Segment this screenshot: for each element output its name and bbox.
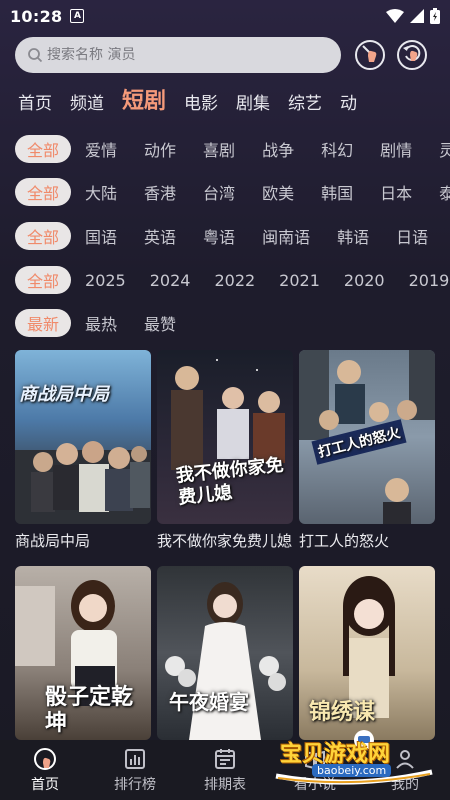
- status-bar: 10:28 A: [0, 0, 450, 32]
- battery-icon: [430, 8, 440, 24]
- tab-anime[interactable]: 动: [340, 92, 357, 116]
- history-button[interactable]: [397, 40, 427, 70]
- year-item[interactable]: 2021: [279, 271, 320, 290]
- search-icon: [27, 47, 43, 63]
- wifi-icon: [386, 9, 404, 23]
- year-item[interactable]: 2020: [344, 271, 385, 290]
- tab-variety[interactable]: 综艺: [288, 92, 322, 116]
- tab-home[interactable]: 首页: [18, 92, 52, 116]
- genre-item[interactable]: 战争: [262, 137, 294, 161]
- language-all-chip[interactable]: 全部: [15, 222, 72, 250]
- genre-item[interactable]: 爱情: [85, 137, 117, 161]
- region-filter-row: 全部 大陆 香港 台湾 欧美 韩国 日本 泰: [0, 177, 450, 207]
- drama-title: 我不做你家免费儿媳: [157, 532, 293, 550]
- drama-poster[interactable]: 我不做你家免费儿媳: [157, 350, 293, 524]
- history-icon: [401, 42, 423, 68]
- language-item[interactable]: 日语: [396, 224, 428, 248]
- nav-schedule[interactable]: 排期表: [185, 747, 265, 794]
- sort-item-most-liked[interactable]: 最赞: [144, 311, 176, 335]
- drama-title: 商战局中局: [15, 532, 91, 550]
- drama-poster[interactable]: 午夜婚宴: [157, 566, 293, 740]
- region-item[interactable]: 泰: [439, 180, 450, 204]
- region-item[interactable]: 香港: [144, 180, 176, 204]
- drama-card[interactable]: 打工人的怒火 打工人的怒火: [299, 350, 435, 551]
- region-all-chip[interactable]: 全部: [15, 178, 72, 206]
- genre-all-chip[interactable]: 全部: [15, 135, 72, 163]
- year-all-chip[interactable]: 全部: [15, 266, 72, 294]
- drama-card[interactable]: 锦绣谋: [299, 566, 435, 740]
- search-input[interactable]: [47, 47, 307, 63]
- cast-icon: [359, 42, 381, 68]
- tab-channel[interactable]: 频道: [70, 92, 104, 116]
- language-item[interactable]: 英语: [144, 224, 176, 248]
- drama-poster[interactable]: 骰子定乾坤: [15, 566, 151, 740]
- region-item[interactable]: 韩国: [321, 180, 353, 204]
- genre-filter-row: 全部 爱情 动作 喜剧 战争 科幻 剧情 灵: [0, 134, 450, 164]
- year-item[interactable]: 2019: [409, 271, 450, 290]
- drama-title: 打工人的怒火: [299, 532, 390, 550]
- drama-poster[interactable]: 锦绣谋: [299, 566, 435, 740]
- drama-card[interactable]: 骰子定乾坤: [15, 566, 151, 740]
- sim-icon: A: [70, 9, 85, 23]
- search-bar[interactable]: [15, 37, 341, 73]
- genre-item[interactable]: 喜剧: [203, 137, 235, 161]
- year-filter-row: 全部 2025 2024 2022 2021 2020 2019: [0, 265, 449, 295]
- search-row: [15, 37, 440, 73]
- nav-schedule-label: 排期表: [204, 776, 246, 793]
- home-icon: [33, 747, 57, 771]
- language-item[interactable]: 粤语: [203, 224, 235, 248]
- drama-card[interactable]: 午夜婚宴: [157, 566, 293, 740]
- drama-poster[interactable]: 商战局中局: [15, 350, 151, 524]
- poster-title: 锦绣谋: [309, 699, 376, 725]
- sort-latest-chip[interactable]: 最新: [15, 309, 72, 337]
- genre-item[interactable]: 剧情: [380, 137, 412, 161]
- drama-poster[interactable]: 打工人的怒火: [299, 350, 435, 524]
- nav-home-label: 首页: [31, 776, 59, 793]
- genre-item[interactable]: 动作: [144, 137, 176, 161]
- status-time: 10:28: [10, 6, 63, 26]
- category-tabs: 首页 频道 短剧 电影 剧集 综艺 动: [0, 86, 357, 116]
- poster-title: 骰子定乾坤: [45, 684, 134, 736]
- language-item[interactable]: 国语: [85, 224, 117, 248]
- tab-movie[interactable]: 电影: [184, 92, 218, 116]
- signal-icon: [410, 9, 424, 23]
- genre-item[interactable]: 灵: [439, 137, 450, 161]
- year-item[interactable]: 2022: [214, 271, 255, 290]
- drama-card[interactable]: 商战局中局 商战局中局: [15, 350, 151, 551]
- ranking-icon: [123, 747, 147, 771]
- language-item[interactable]: 韩语: [337, 224, 369, 248]
- nav-ranking[interactable]: 排行榜: [95, 747, 175, 794]
- sort-filter-row: 最新 最热 最赞: [0, 308, 176, 338]
- year-item[interactable]: 2025: [85, 271, 126, 290]
- genre-item[interactable]: 科幻: [321, 137, 353, 161]
- tab-short-drama[interactable]: 短剧: [122, 88, 166, 116]
- watermark-url: baobeiy.com: [312, 764, 392, 777]
- drama-card[interactable]: 我不做你家免费儿媳 我不做你家免费儿媳: [157, 350, 293, 551]
- region-item[interactable]: 欧美: [262, 180, 294, 204]
- nav-home[interactable]: 首页: [5, 747, 85, 794]
- region-item[interactable]: 大陆: [85, 180, 117, 204]
- calendar-icon: [213, 747, 237, 771]
- sort-item-hottest[interactable]: 最热: [85, 311, 117, 335]
- region-item[interactable]: 日本: [380, 180, 412, 204]
- poster-title: 午夜婚宴: [169, 690, 249, 714]
- nav-ranking-label: 排行榜: [114, 776, 156, 793]
- poster-title: 商战局中局: [19, 384, 109, 405]
- tab-series[interactable]: 剧集: [236, 92, 270, 116]
- region-item[interactable]: 台湾: [203, 180, 235, 204]
- language-filter-row: 全部 国语 英语 粤语 闽南语 韩语 日语: [0, 221, 428, 251]
- year-item[interactable]: 2024: [150, 271, 191, 290]
- screen-cast-button[interactable]: [355, 40, 385, 70]
- watermark: 宝贝游戏网 baobeiy.com: [272, 728, 442, 788]
- language-item[interactable]: 闽南语: [262, 224, 310, 248]
